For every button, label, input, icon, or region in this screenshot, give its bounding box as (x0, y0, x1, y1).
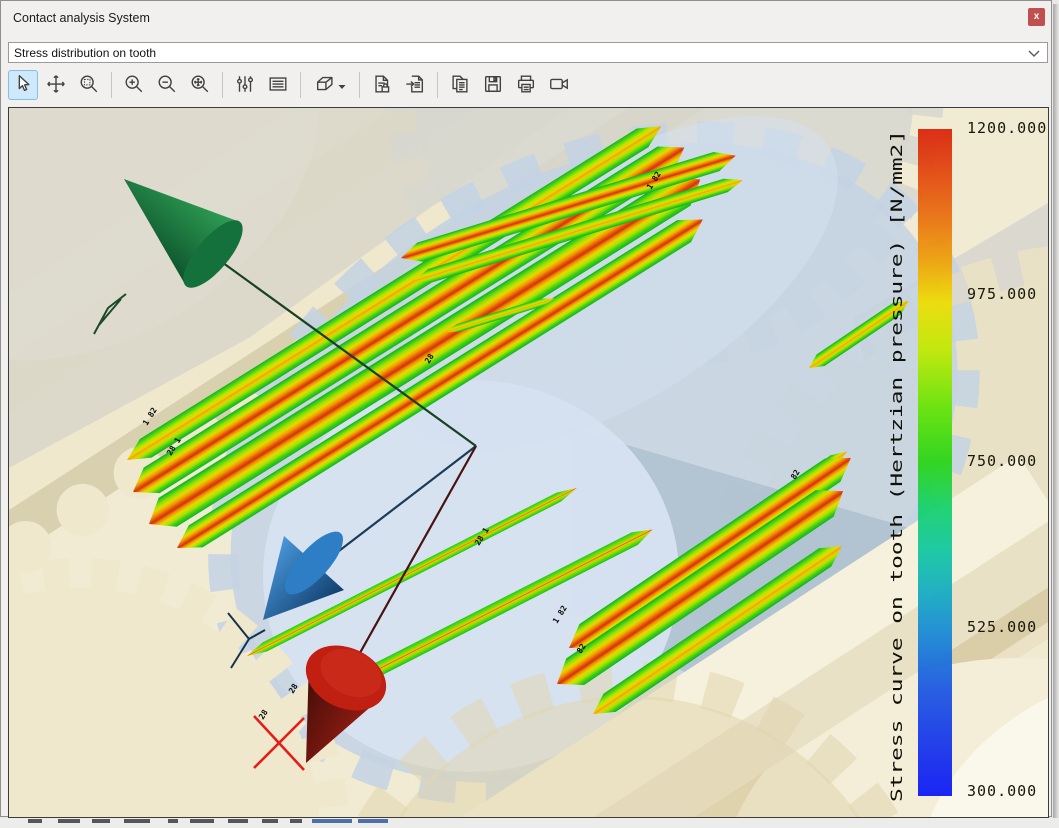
toolbar-separator (222, 72, 223, 98)
legend-list-button[interactable] (263, 70, 293, 100)
zoom-window-icon (78, 73, 100, 98)
filter-sliders-button[interactable] (230, 70, 260, 100)
contact-analysis-window: Contact analysis System x Stress distrib… (0, 0, 1052, 817)
view-3d-button[interactable] (308, 70, 352, 100)
document-lock-icon (371, 73, 393, 98)
toolbar-separator (437, 72, 438, 98)
toolbar-separator (359, 72, 360, 98)
copy-button[interactable] (445, 70, 475, 100)
zoom-window-button[interactable] (74, 70, 104, 100)
record-video-button[interactable] (544, 70, 574, 100)
chevron-down-icon (1028, 46, 1040, 60)
pan-button[interactable] (41, 70, 71, 100)
printer-icon (515, 73, 537, 98)
colorbar (918, 129, 952, 796)
zoom-out-button[interactable] (152, 70, 182, 100)
result-type-value: Stress distribution on tooth (14, 46, 156, 60)
zoom-out-icon (156, 73, 178, 98)
zoom-fit-icon (189, 73, 211, 98)
colorbar-tick: 525.000 (967, 618, 1037, 636)
colorbar-tick: 1200.000 (967, 119, 1047, 137)
result-type-dropdown[interactable]: Stress distribution on tooth (8, 42, 1048, 63)
zoom-in-icon (123, 73, 145, 98)
scene-canvas: 1 82 28 1 28 28 1 1 82 82 82 1 82 28 28 … (9, 108, 1048, 817)
list-icon (267, 73, 289, 98)
cube-3d-icon (314, 73, 336, 98)
close-button[interactable]: x (1028, 8, 1045, 26)
colorbar-title: Stress curve on tooth (Hertzian pressure… (887, 130, 906, 802)
select-button[interactable] (8, 70, 38, 100)
colorbar-tick: 975.000 (967, 285, 1037, 303)
colorbar-tick: 750.000 (967, 452, 1037, 470)
3d-viewport[interactable]: 1 82 28 1 28 28 1 1 82 82 82 1 82 28 28 … (8, 107, 1049, 818)
save-button[interactable] (478, 70, 508, 100)
pan-arrows-icon (45, 73, 67, 98)
colorbar-tick: 300.000 (967, 782, 1037, 800)
sliders-icon (234, 73, 256, 98)
clipped-status-strip (0, 818, 1059, 828)
zoom-fit-button[interactable] (185, 70, 215, 100)
dropdown-caret-icon (338, 78, 346, 93)
video-camera-icon (548, 73, 570, 98)
report-edit-button[interactable] (400, 70, 430, 100)
screen: Contact analysis System x Stress distrib… (0, 0, 1059, 828)
copy-icon (449, 73, 471, 98)
cursor-icon (12, 73, 34, 98)
toolbar (8, 66, 574, 104)
zoom-in-button[interactable] (119, 70, 149, 100)
print-button[interactable] (511, 70, 541, 100)
window-title: Contact analysis System (13, 11, 150, 25)
window-shadow (1053, 4, 1059, 824)
document-import-icon (404, 73, 426, 98)
report-protected-button[interactable] (367, 70, 397, 100)
titlebar: Contact analysis System x (1, 1, 1051, 37)
toolbar-separator (111, 72, 112, 98)
toolbar-separator (300, 72, 301, 98)
floppy-disk-icon (482, 73, 504, 98)
